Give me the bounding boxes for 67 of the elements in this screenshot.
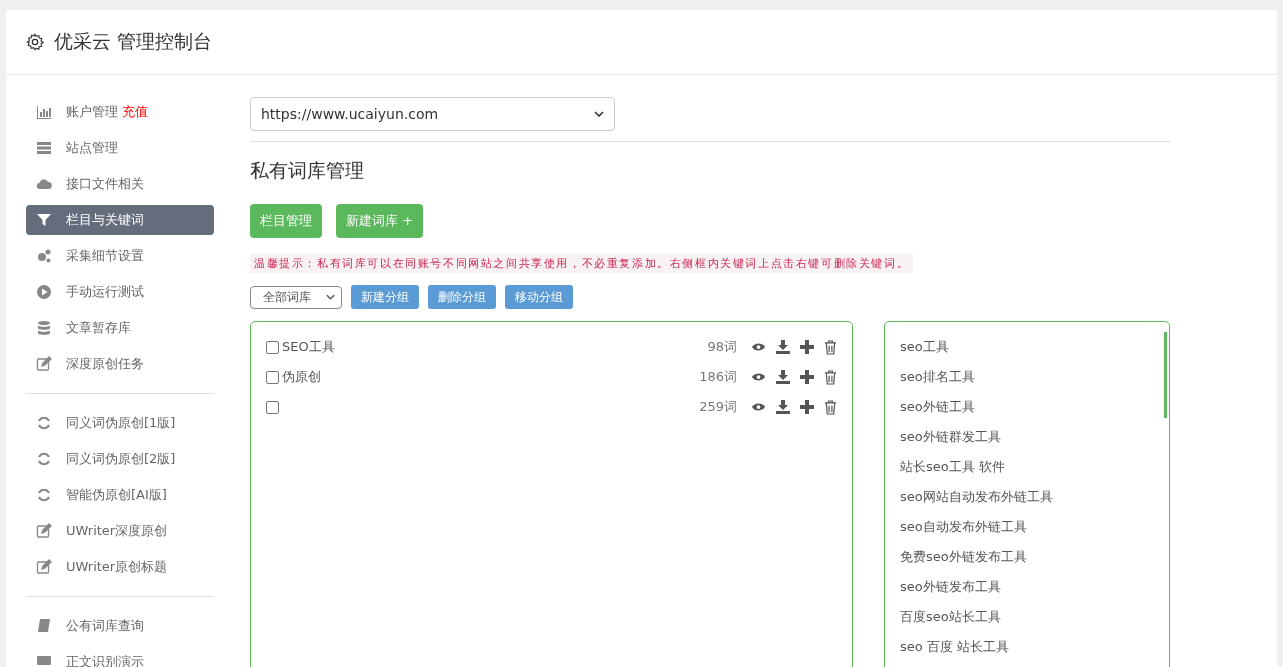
sidebar-item[interactable]: 公有词库查询 [26, 611, 214, 641]
edit-icon [36, 523, 52, 539]
trash-icon[interactable] [824, 339, 837, 355]
page-title: 优采云 管理控制台 [54, 29, 213, 54]
keyword-item[interactable]: seo排名工具 [900, 362, 1154, 392]
checkbox[interactable] [266, 340, 279, 354]
sidebar-item[interactable]: 接口文件相关 [26, 169, 214, 199]
keyword-item[interactable]: seo自动发布外链工具 [900, 512, 1154, 542]
keyword-item[interactable]: seo外链发布工具 [900, 572, 1154, 602]
sidebar-item[interactable]: 深度原创任务 [26, 349, 214, 379]
keyword-item[interactable]: seo网站自动发布外链工具 [900, 482, 1154, 512]
keyword-item[interactable]: seo外链群发工具 [900, 422, 1154, 452]
monitor-icon [36, 654, 52, 667]
sidebar-item[interactable]: 同义词伪原创[2版] [26, 444, 214, 474]
keyword-item[interactable]: seo外链工具 [900, 392, 1154, 422]
sidebar-item[interactable]: 站点管理 [26, 133, 214, 163]
hint-text: 温馨提示：私有词库可以在同账号不同网站之间共享使用，不必重复添加。右侧框内关键词上点击右键可删除关键词。 [250, 254, 914, 273]
refresh-icon [36, 415, 52, 431]
library-name: SEO工具 [282, 338, 335, 356]
settings-icon [26, 33, 44, 51]
section-heading: 私有词库管理 [250, 158, 365, 183]
download-icon[interactable] [776, 370, 790, 384]
keyword-item[interactable]: 免费seo外链发布工具 [900, 542, 1154, 572]
sidebar-item[interactable]: 账户管理 充值 [26, 97, 214, 127]
keyword-item[interactable]: seo工具 [900, 332, 1154, 362]
library-name: 伪原创 [282, 368, 321, 386]
filter-icon [36, 212, 52, 228]
edit-icon [36, 559, 52, 575]
word-count: 259词 [699, 398, 737, 416]
word-count: 98词 [707, 338, 737, 356]
refresh-icon [36, 451, 52, 467]
chart-icon [36, 104, 52, 120]
trash-icon[interactable] [824, 369, 837, 385]
sidebar-item[interactable]: 手动运行测试 [26, 277, 214, 307]
eye-icon[interactable] [751, 342, 766, 352]
sidebar-item[interactable]: UWriter原创标题 [26, 552, 214, 582]
sidebar-item[interactable]: 栏目与关键词 [26, 205, 214, 235]
keyword-item[interactable]: seo 百度 站长工具 [900, 632, 1154, 662]
plus-icon[interactable] [800, 370, 814, 384]
server-icon [36, 140, 52, 156]
keyword-item[interactable]: 百度seo站长工具 [900, 602, 1154, 632]
plus-icon[interactable] [800, 340, 814, 354]
checkbox[interactable] [266, 370, 279, 384]
sidebar-item[interactable]: 同义词伪原创[1版] [26, 408, 214, 438]
eye-icon[interactable] [751, 402, 766, 412]
download-icon[interactable] [776, 400, 790, 414]
trash-icon[interactable] [824, 399, 837, 415]
sidebar-item[interactable]: 采集细节设置 [26, 241, 214, 271]
keyword-item[interactable]: 站长seo工具 软件 [900, 452, 1154, 482]
scrollbar[interactable] [1164, 332, 1167, 418]
sidebar-item[interactable]: 文章暂存库 [26, 313, 214, 343]
word-count: 186词 [699, 368, 737, 386]
play-icon [36, 284, 52, 300]
caret-icon [594, 111, 604, 117]
download-icon[interactable] [776, 340, 790, 354]
plus-icon[interactable] [800, 400, 814, 414]
eye-icon[interactable] [751, 372, 766, 382]
db-icon [36, 320, 52, 336]
sidebar-item[interactable]: 智能伪原创[AI版] [26, 480, 214, 510]
checkbox[interactable] [266, 400, 279, 414]
refresh-icon [36, 487, 52, 503]
caret-icon [326, 294, 335, 300]
sidebar-item[interactable]: UWriter深度原创 [26, 516, 214, 546]
edit-icon [36, 356, 52, 372]
library-filter-select[interactable]: 全部词库 [250, 285, 342, 309]
cloud-icon [36, 176, 52, 192]
site-select[interactable]: https://www.ucaiyun.com [250, 97, 615, 131]
